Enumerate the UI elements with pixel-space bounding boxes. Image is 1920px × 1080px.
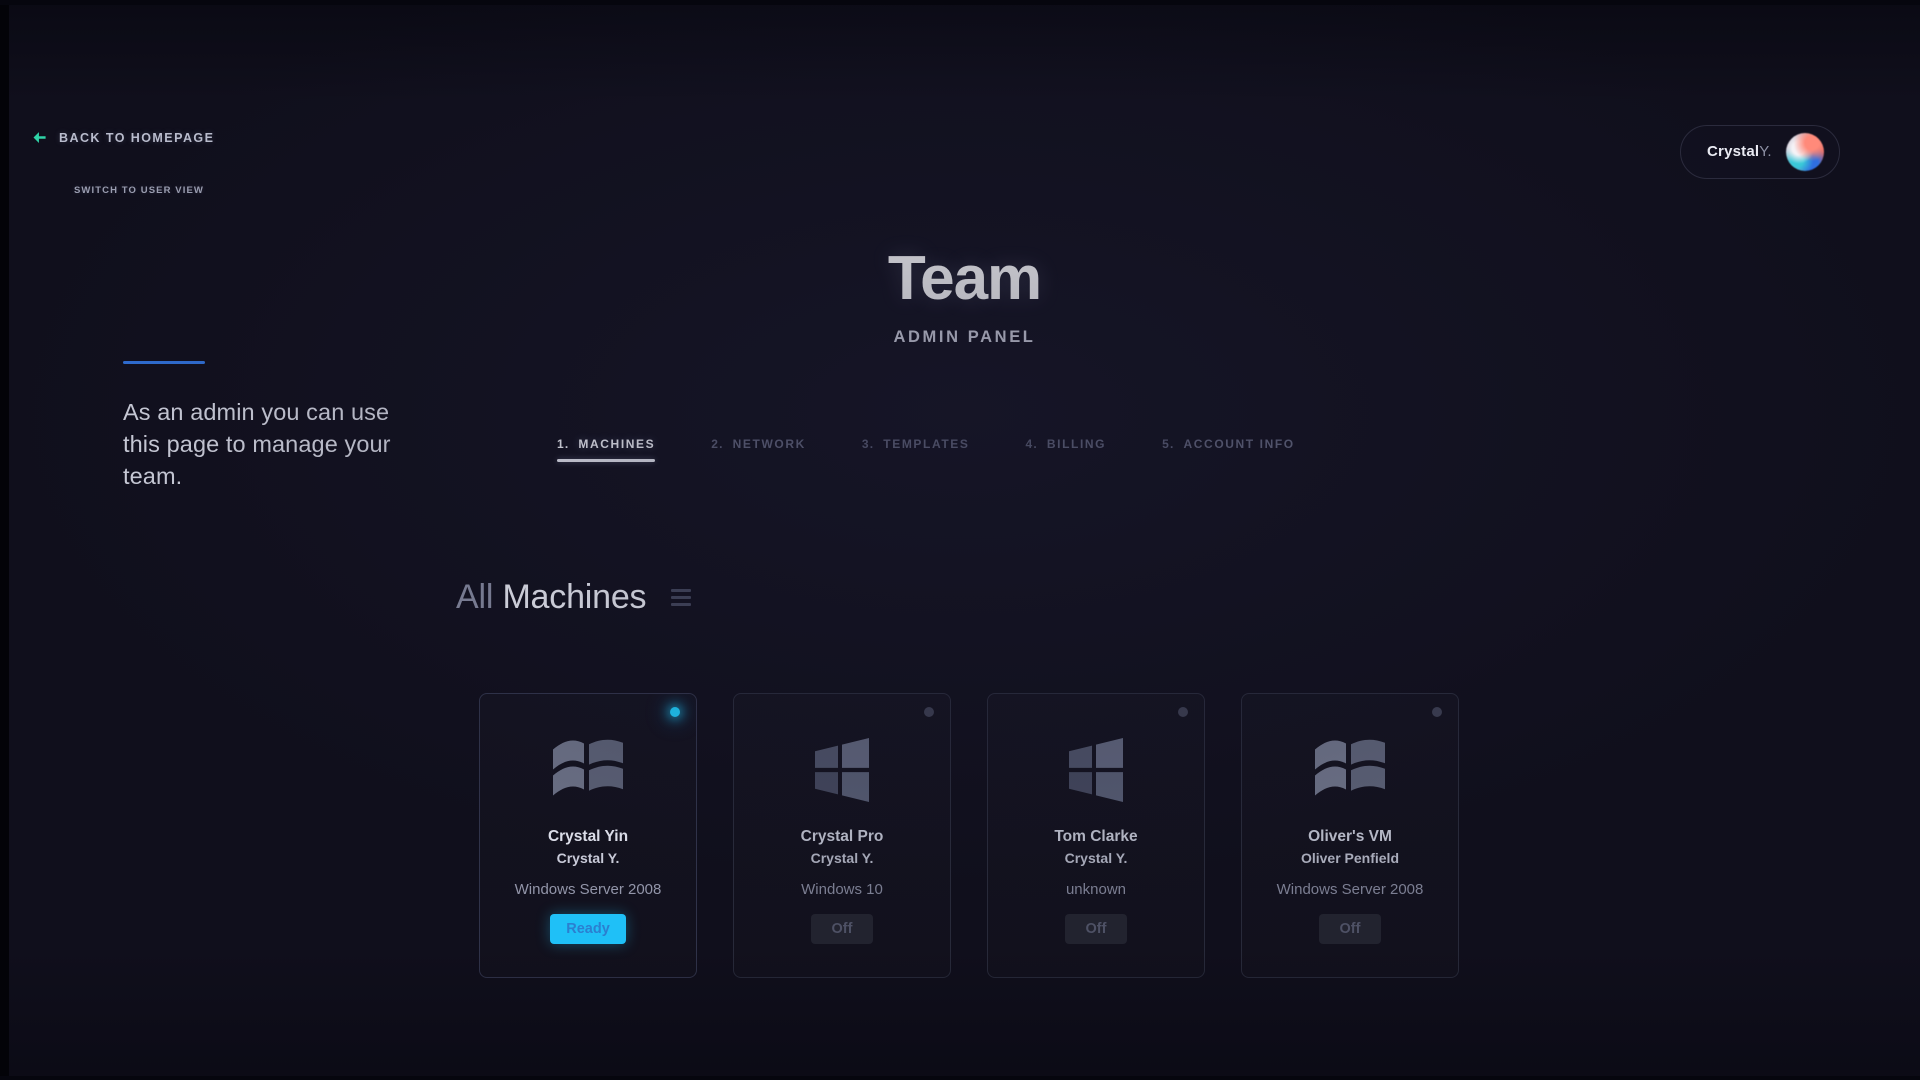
list-icon-bar bbox=[671, 603, 691, 606]
list-view-icon[interactable] bbox=[668, 586, 694, 609]
section-header: All Machines bbox=[456, 578, 694, 617]
back-to-homepage-label: BACK TO HOMEPAGE bbox=[59, 131, 214, 145]
frame-edge-top bbox=[0, 0, 1920, 5]
windows-modern-logo bbox=[1067, 736, 1125, 802]
machine-os: unknown bbox=[1066, 881, 1126, 898]
page-subtitle: ADMIN PANEL bbox=[9, 328, 1920, 347]
windows-modern-logo bbox=[813, 736, 871, 802]
avatar bbox=[1786, 133, 1824, 171]
user-name-group: CrystalY. bbox=[1707, 143, 1772, 161]
tab-label: MACHINES bbox=[578, 437, 655, 451]
intro-text: As an admin you can use this page to man… bbox=[123, 397, 423, 493]
machine-os-logo bbox=[1312, 732, 1388, 806]
tab-number: 1. bbox=[557, 437, 569, 451]
machine-os-logo bbox=[550, 732, 626, 806]
machine-card[interactable]: Crystal Yin Crystal Y. Windows Server 2008… bbox=[479, 693, 697, 978]
user-profile-chip[interactable]: CrystalY. bbox=[1680, 125, 1840, 179]
machine-name: Oliver's VM bbox=[1308, 828, 1392, 846]
section-title: All Machines bbox=[456, 578, 646, 617]
windows-classic-logo bbox=[550, 736, 626, 802]
machine-os-logo bbox=[1067, 732, 1125, 806]
machine-status-button[interactable]: Off bbox=[811, 914, 873, 944]
machine-card[interactable]: Oliver's VM Oliver Penfield Windows Server… bbox=[1241, 693, 1459, 978]
machines-grid: Crystal Yin Crystal Y. Windows Server 2008… bbox=[479, 693, 1459, 978]
user-name: Crystal bbox=[1707, 143, 1759, 160]
machine-name: Crystal Pro bbox=[801, 828, 884, 846]
machine-status-button[interactable]: Off bbox=[1065, 914, 1127, 944]
machine-card[interactable]: Tom Clarke Crystal Y. unknown Off bbox=[987, 693, 1205, 978]
machine-os: Windows 10 bbox=[801, 881, 883, 898]
tab-label: ACCOUNT INFO bbox=[1184, 437, 1295, 451]
windows-classic-logo bbox=[1312, 736, 1388, 802]
tab-label: NETWORK bbox=[733, 437, 806, 451]
tab-network[interactable]: 2. NETWORK bbox=[711, 437, 806, 462]
machine-card[interactable]: Crystal Pro Crystal Y. Windows 10 Off bbox=[733, 693, 951, 978]
machine-name: Tom Clarke bbox=[1054, 828, 1137, 846]
list-icon-bar bbox=[671, 596, 691, 599]
machine-owner: Crystal Y. bbox=[557, 850, 620, 866]
machine-os: Windows Server 2008 bbox=[1277, 881, 1424, 898]
arrow-left-icon bbox=[32, 130, 47, 145]
tab-label: BILLING bbox=[1047, 437, 1106, 451]
frame-edge-bottom bbox=[0, 1076, 1920, 1080]
tab-templates[interactable]: 3. TEMPLATES bbox=[862, 437, 970, 462]
machine-status-button[interactable]: Off bbox=[1319, 914, 1381, 944]
machine-status-dot bbox=[670, 707, 680, 717]
machine-owner: Crystal Y. bbox=[1065, 850, 1128, 866]
machine-status-dot bbox=[924, 707, 934, 717]
switch-to-user-view-link[interactable]: SWITCH TO USER VIEW bbox=[74, 185, 204, 196]
frame-edge-left bbox=[0, 0, 9, 1080]
list-icon-bar bbox=[671, 589, 691, 592]
tab-number: 3. bbox=[862, 437, 874, 451]
section-title-main: Machines bbox=[502, 578, 646, 616]
tab-number: 4. bbox=[1025, 437, 1037, 451]
page-background: BACK TO HOMEPAGE SWITCH TO USER VIEW Cry… bbox=[9, 5, 1920, 1076]
machine-name: Crystal Yin bbox=[548, 828, 628, 846]
tab-account-info[interactable]: 5. ACCOUNT INFO bbox=[1162, 437, 1295, 462]
tab-label: TEMPLATES bbox=[883, 437, 969, 451]
machine-owner: Crystal Y. bbox=[811, 850, 874, 866]
tab-number: 2. bbox=[711, 437, 723, 451]
machine-status-dot bbox=[1432, 707, 1442, 717]
machine-os: Windows Server 2008 bbox=[515, 881, 662, 898]
machine-status-dot bbox=[1178, 707, 1188, 717]
app-root: BACK TO HOMEPAGE SWITCH TO USER VIEW Cry… bbox=[0, 0, 1920, 1080]
tab-billing[interactable]: 4. BILLING bbox=[1025, 437, 1106, 462]
tab-number: 5. bbox=[1162, 437, 1174, 451]
user-initial: Y. bbox=[1759, 143, 1771, 160]
section-title-prefix: All bbox=[456, 578, 493, 616]
page-title: Team bbox=[9, 248, 1920, 310]
back-to-homepage-link[interactable]: BACK TO HOMEPAGE bbox=[32, 130, 214, 145]
admin-tabs: 1. MACHINES 2. NETWORK 3. TEMPLATES 4. BILLING 5… bbox=[557, 437, 1295, 462]
tab-machines[interactable]: 1. MACHINES bbox=[557, 437, 655, 462]
machine-os-logo bbox=[813, 732, 871, 806]
machine-status-button[interactable]: Ready bbox=[550, 914, 626, 944]
machine-owner: Oliver Penfield bbox=[1301, 850, 1399, 866]
accent-rule bbox=[123, 361, 205, 364]
